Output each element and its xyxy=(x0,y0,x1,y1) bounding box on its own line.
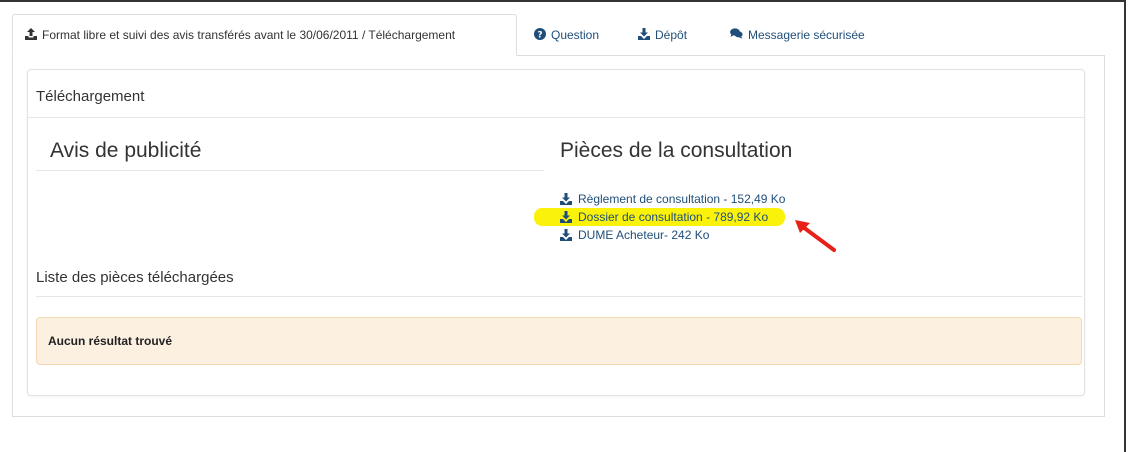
window-border-top xyxy=(0,0,1126,4)
download-icon xyxy=(560,229,572,241)
pieces-consultation-title: Pièces de la consultation xyxy=(560,139,793,162)
empty-result-text: Aucun résultat trouvé xyxy=(48,334,173,348)
avis-publicite-title: Avis de publicité xyxy=(50,139,202,162)
download-icon xyxy=(560,193,572,205)
comments-icon xyxy=(730,28,743,42)
reglement-consultation-link[interactable]: Règlement de consultation - 152,49 Ko xyxy=(560,190,785,208)
tab-messagerie[interactable]: Messagerie sécurisée xyxy=(730,14,865,56)
question-circle-icon: ? xyxy=(534,27,546,43)
divider xyxy=(36,296,1082,297)
pieces-file-list: Règlement de consultation - 152,49 Ko Do… xyxy=(534,190,786,244)
tab-label: Dépôt xyxy=(655,28,688,42)
tab-label: Messagerie sécurisée xyxy=(748,28,865,42)
dossier-consultation-link[interactable]: Dossier de consultation - 789,92 Ko xyxy=(534,208,786,226)
svg-text:?: ? xyxy=(537,30,542,40)
download-icon xyxy=(638,27,650,43)
tab-content: Téléchargement Avis de publicité Pièces … xyxy=(12,55,1105,417)
panel-title: Téléchargement xyxy=(36,88,145,105)
empty-result-alert: Aucun résultat trouvé xyxy=(36,317,1082,365)
annotation-arrow-icon xyxy=(795,220,836,252)
divider xyxy=(28,117,1084,118)
divider xyxy=(36,170,544,171)
dume-acheteur-link[interactable]: DUME Acheteur- 242 Ko xyxy=(560,226,785,244)
download-panel: Téléchargement Avis de publicité Pièces … xyxy=(27,69,1085,396)
window-border-right xyxy=(1124,0,1126,452)
tab-depot[interactable]: Dépôt xyxy=(638,14,687,56)
tab-question[interactable]: ? Question xyxy=(534,14,599,56)
tab-label: Question xyxy=(551,28,600,42)
download-icon xyxy=(560,211,572,223)
liste-pieces-title: Liste des pièces téléchargées xyxy=(36,269,234,286)
tab-format-libre[interactable]: Format libre et suivi des avis transféré… xyxy=(12,14,517,56)
tab-bar: Format libre et suivi des avis transféré… xyxy=(12,14,1105,56)
file-link-label: DUME Acheteur- 242 Ko xyxy=(578,228,710,242)
upload-icon xyxy=(25,27,37,43)
file-link-label: Dossier de consultation - 789,92 Ko xyxy=(578,210,769,224)
file-link-label: Règlement de consultation - 152,49 Ko xyxy=(578,192,786,206)
tab-label: Format libre et suivi des avis transféré… xyxy=(42,28,456,42)
